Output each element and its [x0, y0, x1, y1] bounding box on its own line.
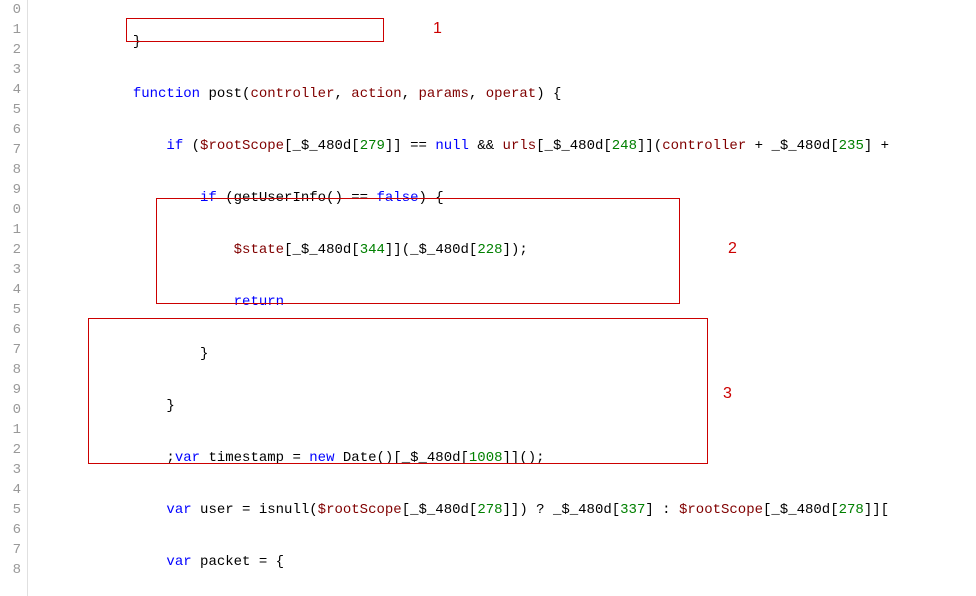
line-number: 5: [0, 500, 21, 520]
line-number: 2: [0, 440, 21, 460]
code-line: }: [28, 396, 976, 416]
line-number: 0: [0, 200, 21, 220]
line-number: 3: [0, 260, 21, 280]
line-number: 1: [0, 220, 21, 240]
line-number: 6: [0, 120, 21, 140]
code-area[interactable]: } function post(controller, action, para…: [28, 0, 976, 596]
line-number: 5: [0, 300, 21, 320]
line-number: 3: [0, 60, 21, 80]
code-line: var user = isnull($rootScope[_$_480d[278…: [28, 500, 976, 520]
code-line: }: [28, 32, 976, 52]
annotation-box-3: [88, 318, 708, 464]
code-line: var packet = {: [28, 552, 976, 572]
line-number: 7: [0, 340, 21, 360]
line-number: 1: [0, 20, 21, 40]
code-line: return: [28, 292, 976, 312]
line-number: 4: [0, 80, 21, 100]
line-number: 7: [0, 540, 21, 560]
line-number: 6: [0, 520, 21, 540]
line-number: 4: [0, 480, 21, 500]
line-number: 1: [0, 420, 21, 440]
line-number-gutter: 0 1 2 3 4 5 6 7 8 9 0 1 2 3 4 5 6 7 8 9 …: [0, 0, 28, 596]
line-number: 0: [0, 0, 21, 20]
code-line: }: [28, 344, 976, 364]
line-number: 3: [0, 460, 21, 480]
line-number: 2: [0, 240, 21, 260]
line-number: 6: [0, 320, 21, 340]
line-number: 0: [0, 400, 21, 420]
code-line: if ($rootScope[_$_480d[279]] == null && …: [28, 136, 976, 156]
line-number: 5: [0, 100, 21, 120]
line-number: 4: [0, 280, 21, 300]
line-number: 8: [0, 360, 21, 380]
code-line: ;var timestamp = new Date()[_$_480d[1008…: [28, 448, 976, 468]
line-number: 9: [0, 180, 21, 200]
line-number: 8: [0, 160, 21, 180]
code-line: function post(controller, action, params…: [28, 84, 976, 104]
line-number: 8: [0, 560, 21, 580]
code-line: if (getUserInfo() == false) {: [28, 188, 976, 208]
line-number: 7: [0, 140, 21, 160]
line-number: 2: [0, 40, 21, 60]
code-editor: 0 1 2 3 4 5 6 7 8 9 0 1 2 3 4 5 6 7 8 9 …: [0, 0, 976, 596]
line-number: 9: [0, 380, 21, 400]
code-line: $state[_$_480d[344]](_$_480d[228]);: [28, 240, 976, 260]
